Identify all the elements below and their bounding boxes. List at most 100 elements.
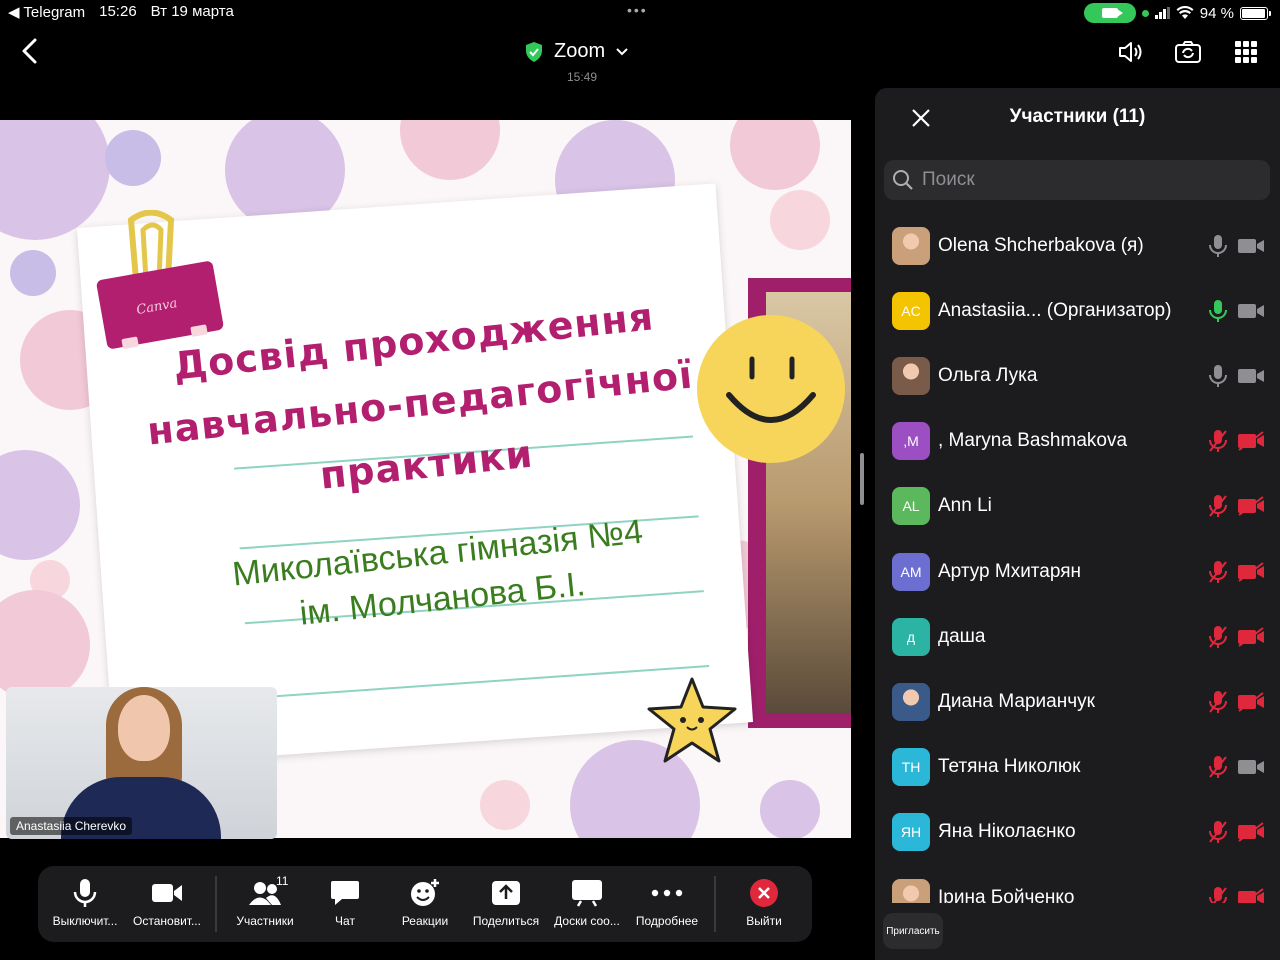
invite-button[interactable]: Пригласить — [883, 913, 943, 949]
participant-row[interactable]: д даша — [875, 604, 1280, 669]
video-off-icon[interactable] — [1237, 561, 1265, 582]
avatar-photo — [892, 682, 930, 721]
mic-muted-icon[interactable] — [1208, 886, 1228, 903]
more-button-label: Подробнее — [635, 914, 699, 928]
participant-row[interactable]: Диана Марианчук — [875, 669, 1280, 734]
reactions-button[interactable]: Реакции — [384, 876, 466, 928]
battery-icon — [1240, 6, 1271, 20]
video-camera-icon[interactable] — [1237, 301, 1265, 321]
video-off-icon[interactable] — [1237, 692, 1265, 712]
participants-list: Olena Shcherbakova (я) AC Anastasiia... (О… — [875, 213, 1280, 903]
mic-muted-icon[interactable] — [1208, 560, 1228, 584]
mic-muted-icon[interactable] — [1208, 625, 1228, 649]
microphone-icon[interactable] — [1208, 234, 1228, 258]
video-camera-icon[interactable] — [1237, 757, 1265, 777]
video-off-icon[interactable] — [1237, 431, 1265, 451]
participant-row[interactable]: ,M , Maryna Bashmakova — [875, 409, 1280, 474]
grid-view-icon[interactable] — [1232, 38, 1260, 66]
mute-button[interactable]: Выключит... — [44, 876, 126, 928]
participant-name: Ольга Лука — [938, 364, 1038, 386]
share-button-label: Поделиться — [472, 914, 540, 928]
chevron-down-icon — [616, 47, 628, 55]
participants-button[interactable]: 11 Участники — [224, 874, 306, 928]
privacy-dot-icon — [1141, 9, 1149, 17]
whiteboards-button[interactable]: Доски соо... — [546, 876, 628, 928]
share-button[interactable]: Поделиться — [465, 876, 547, 928]
avatar-photo — [892, 356, 930, 395]
participant-row[interactable]: AM Артур Мхитарян — [875, 539, 1280, 604]
shield-check-icon — [526, 41, 542, 62]
multitask-dots-icon[interactable]: ••• — [627, 2, 648, 18]
avatar: AM — [892, 552, 930, 591]
leave-button[interactable]: Выйти — [723, 876, 805, 928]
chat-bubble-icon — [331, 881, 359, 905]
camera-in-use-indicator — [1083, 3, 1136, 23]
star-sticker-icon — [647, 677, 737, 763]
participant-row[interactable]: Ольга Лука — [875, 343, 1280, 408]
participant-name: Anastasiia... (Организатор) — [938, 299, 1172, 321]
search-field[interactable] — [884, 160, 1270, 200]
search-input[interactable] — [922, 169, 1252, 191]
avatar: д — [892, 617, 930, 656]
more-dots-icon — [651, 889, 683, 897]
participant-row[interactable]: Ірина Бойченко — [875, 865, 1280, 903]
meeting-title[interactable]: Zoom — [524, 40, 629, 63]
reactions-button-label: Реакции — [401, 914, 449, 928]
status-date: Вт 19 марта — [150, 3, 234, 20]
participant-name: Olena Shcherbakova (я) — [938, 234, 1144, 256]
participant-name: , Maryna Bashmakova — [938, 430, 1128, 452]
microphone-icon[interactable] — [1208, 299, 1228, 323]
participant-name: Ірина Бойченко — [938, 886, 1075, 904]
battery-percent: 94 % — [1199, 4, 1234, 22]
whiteboard-icon — [572, 880, 602, 907]
signal-icon — [1154, 7, 1170, 19]
avatar: AC — [892, 291, 930, 330]
leave-button-label: Выйти — [746, 914, 782, 928]
self-video-tile[interactable]: Anastasiia Cherevko — [6, 687, 277, 839]
meeting-title-label: Zoom — [554, 40, 606, 62]
back-chevron-icon[interactable] — [16, 36, 46, 66]
video-off-icon[interactable] — [1237, 887, 1265, 903]
participant-row[interactable]: AL Ann Li — [875, 474, 1280, 539]
leave-x-icon — [750, 879, 778, 907]
wifi-icon — [1176, 6, 1194, 19]
share-screen-icon — [492, 881, 520, 905]
mic-muted-icon[interactable] — [1208, 690, 1228, 714]
split-view-handle[interactable] — [860, 453, 864, 505]
participant-row[interactable]: Olena Shcherbakova (я) — [875, 213, 1280, 278]
video-off-icon[interactable] — [1237, 626, 1265, 647]
microphone-icon[interactable] — [1208, 364, 1228, 388]
participants-panel: Участники (11) Olena Shcherbakova (я)ACA… — [875, 88, 1280, 960]
mic-muted-icon[interactable] — [1208, 820, 1228, 844]
more-button[interactable]: Подробнее — [626, 876, 708, 928]
mic-muted-icon[interactable] — [1208, 494, 1228, 518]
mic-muted-icon[interactable] — [1208, 429, 1228, 453]
meeting-timer: 15:49 — [567, 70, 598, 84]
participant-row[interactable]: ТН Тетяна Николюк — [875, 735, 1280, 800]
participant-row[interactable]: ЯН Яна Ніколаєнко — [875, 800, 1280, 865]
smiley-sticker-icon — [697, 315, 845, 463]
chat-button[interactable]: Чат — [304, 876, 386, 928]
video-camera-icon[interactable] — [1237, 236, 1265, 256]
self-video-name: Anastasiia Cherevko — [10, 817, 133, 835]
participants-button-label: Участники — [236, 914, 294, 928]
microphone-icon — [73, 879, 97, 907]
binder-clip-icon: Canva — [96, 210, 224, 349]
status-time: 15:26 — [99, 3, 137, 20]
speaker-icon[interactable] — [1116, 38, 1144, 66]
avatar: ТН — [892, 748, 930, 787]
camera-switch-icon[interactable] — [1174, 38, 1202, 66]
participant-row[interactable]: AC Anastasiia... (Организатор) — [875, 278, 1280, 343]
video-camera-icon[interactable] — [1237, 366, 1265, 386]
back-to-app-link[interactable]: ◀ Telegram — [8, 3, 85, 21]
video-camera-icon — [152, 884, 182, 902]
video-off-icon[interactable] — [1237, 822, 1265, 843]
stop-video-button[interactable]: Остановит... — [126, 876, 208, 928]
participant-name: Артур Мхитарян — [938, 560, 1082, 582]
status-bar: ◀ Telegram 15:26 Вт 19 марта ••• 94 % — [0, 0, 1280, 24]
video-off-icon[interactable] — [1237, 496, 1265, 517]
stop-video-button-label: Остановит... — [133, 914, 201, 928]
mic-muted-icon[interactable] — [1208, 755, 1228, 779]
participants-count-badge: 11 — [276, 874, 289, 888]
video-camera-icon — [1101, 8, 1123, 18]
